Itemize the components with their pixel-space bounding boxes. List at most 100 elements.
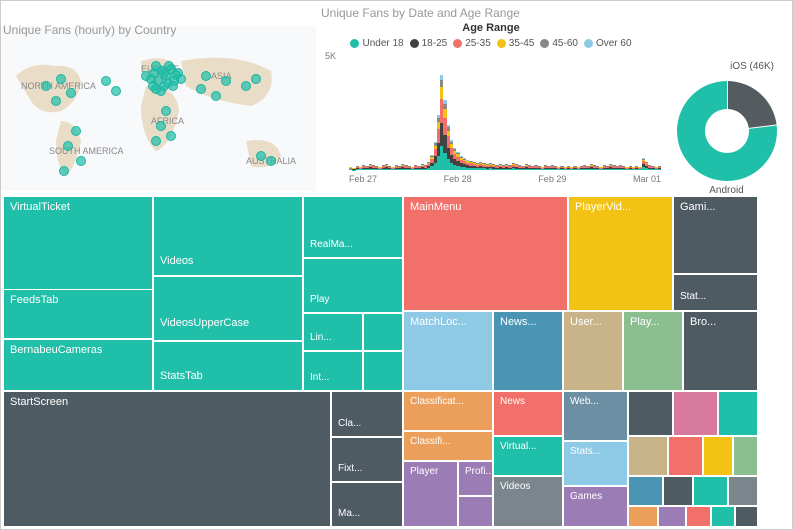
legend-swatch-icon	[453, 39, 462, 48]
bar-title: Unique Fans by Date and Age Range	[321, 6, 661, 20]
tree-node[interactable]	[628, 506, 658, 527]
tree-node[interactable]: StatsTab	[153, 341, 303, 391]
y-tick: 5K	[325, 51, 336, 61]
tree-node[interactable]: Gami...	[673, 196, 758, 274]
map-marker[interactable]	[41, 81, 51, 91]
map-marker[interactable]	[66, 88, 76, 98]
tree-node[interactable]: Stat...	[673, 274, 758, 311]
tree-node[interactable]	[658, 506, 686, 527]
map-marker[interactable]	[63, 141, 73, 151]
tree-node[interactable]	[628, 436, 668, 476]
tree-node[interactable]	[733, 436, 758, 476]
tree-node[interactable]: Stats...	[563, 441, 628, 486]
donut-chart[interactable]: iOS (46K) Android 154K	[669, 81, 784, 207]
map-marker[interactable]	[141, 71, 151, 81]
map-marker[interactable]	[159, 68, 169, 78]
tree-node[interactable]: RealMa...	[303, 196, 403, 258]
map-title: Unique Fans (hourly) by Country	[3, 23, 176, 37]
tree-node[interactable]	[668, 436, 703, 476]
map-marker[interactable]	[168, 81, 178, 91]
map-marker[interactable]	[111, 86, 121, 96]
legend-item: Under 18	[350, 38, 403, 49]
legend-swatch-icon	[497, 39, 506, 48]
tree-node[interactable]	[728, 476, 758, 506]
bar-chart[interactable]: Unique Fans by Date and Age Range Age Ra…	[321, 6, 661, 191]
legend-swatch-icon	[350, 39, 359, 48]
legend-item: 18-25	[410, 38, 448, 49]
map-marker[interactable]	[76, 156, 86, 166]
tree-node[interactable]: Virtual...	[493, 436, 563, 476]
tree-node[interactable]	[735, 506, 758, 527]
map-marker[interactable]	[221, 76, 231, 86]
map-chart[interactable]: NORTH AMERICA SOUTH AMERICA EUROPE ASIA …	[1, 26, 316, 191]
map-marker[interactable]	[71, 126, 81, 136]
legend-label: 18-25	[422, 38, 448, 49]
map-area[interactable]: NORTH AMERICA SOUTH AMERICA EUROPE ASIA …	[1, 26, 316, 191]
tree-node[interactable]	[686, 506, 711, 527]
map-marker[interactable]	[176, 74, 186, 84]
donut-ios-label: iOS (46K)	[730, 61, 774, 72]
legend-label: 35-45	[509, 38, 535, 49]
tree-node[interactable]: Cla...	[331, 391, 403, 437]
donut-ring	[677, 81, 777, 181]
tree-node[interactable]	[693, 476, 728, 506]
tree-node[interactable]: Bro...	[683, 311, 758, 391]
tree-node[interactable]: Classificat...	[403, 391, 493, 431]
legend-label: 45-60	[552, 38, 578, 49]
map-marker[interactable]	[59, 166, 69, 176]
map-marker[interactable]	[251, 74, 261, 84]
tree-node[interactable]: Play...	[623, 311, 683, 391]
tree-node[interactable]: MainMenu	[403, 196, 568, 311]
legend-swatch-icon	[584, 39, 593, 48]
tree-node[interactable]	[718, 391, 758, 436]
tree-node[interactable]: Int...	[303, 351, 363, 391]
tree-node[interactable]	[703, 436, 733, 476]
tree-node[interactable]	[458, 496, 493, 527]
tree-node[interactable]	[673, 391, 718, 436]
tree-node[interactable]: Play	[303, 258, 403, 313]
tree-node[interactable]: Classifi...	[403, 431, 493, 461]
map-marker[interactable]	[211, 91, 221, 101]
tree-node[interactable]	[363, 351, 403, 391]
tree-node[interactable]	[363, 313, 403, 351]
tree-node[interactable]: MatchLoc...	[403, 311, 493, 391]
tree-node[interactable]: Ma...	[331, 482, 403, 527]
map-marker[interactable]	[151, 84, 161, 94]
tree-node[interactable]: Lin...	[303, 313, 363, 351]
tree-node[interactable]: BernabeuCameras	[3, 339, 153, 391]
tree-node[interactable]: Games	[563, 486, 628, 527]
map-marker[interactable]	[241, 81, 251, 91]
world-map-icon	[1, 26, 316, 191]
tree-node[interactable]: Web...	[563, 391, 628, 441]
tree-node[interactable]: Fixt...	[331, 437, 403, 482]
map-marker[interactable]	[101, 76, 111, 86]
tree-node[interactable]: StartScreen	[3, 391, 331, 527]
tree-node[interactable]	[711, 506, 735, 527]
tree-node[interactable]: Videos	[153, 196, 303, 276]
map-marker[interactable]	[201, 71, 211, 81]
tree-node[interactable]: Player	[403, 461, 458, 527]
tree-node[interactable]: News...	[493, 311, 563, 391]
map-marker[interactable]	[266, 156, 276, 166]
map-marker[interactable]	[161, 106, 171, 116]
map-marker[interactable]	[166, 131, 176, 141]
tree-node[interactable]	[628, 391, 673, 436]
map-marker[interactable]	[151, 136, 161, 146]
tree-node[interactable]	[663, 476, 693, 506]
tree-node[interactable]: News	[493, 391, 563, 436]
tree-node[interactable]: Profi...	[458, 461, 493, 496]
tree-node[interactable]: VideosUpperCase	[153, 276, 303, 341]
map-marker[interactable]	[51, 96, 61, 106]
x-axis: Feb 27Feb 28Feb 29Mar 01	[349, 174, 661, 184]
treemap-chart[interactable]: VirtualTicket FeedsTab BernabeuCameras V…	[3, 196, 791, 528]
map-marker[interactable]	[196, 84, 206, 94]
map-marker[interactable]	[156, 121, 166, 131]
legend-label: Over 60	[596, 38, 632, 49]
tree-node[interactable]: User...	[563, 311, 623, 391]
map-marker[interactable]	[256, 151, 266, 161]
tree-node[interactable]: Videos	[493, 476, 563, 527]
tree-node[interactable]	[628, 476, 663, 506]
tree-node[interactable]: PlayerVid...	[568, 196, 673, 311]
map-marker[interactable]	[56, 74, 66, 84]
tree-node[interactable]: FeedsTab	[3, 289, 153, 339]
